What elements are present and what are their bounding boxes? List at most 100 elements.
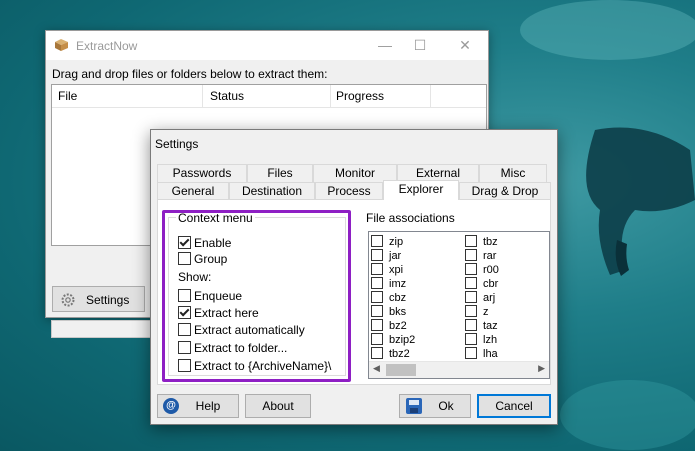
file-association-label: bks — [389, 306, 407, 318]
column-status[interactable]: Status — [210, 89, 244, 103]
title-bar[interactable]: ExtractNow — ☐ ✕ — [46, 31, 488, 60]
box-icon — [55, 39, 68, 51]
minimize-button[interactable]: — — [371, 36, 399, 54]
file-association-item[interactable]: imz — [371, 277, 406, 290]
swimmer-image — [586, 127, 695, 276]
file-association-label: cbz — [389, 292, 407, 304]
file-association-label: taz — [483, 320, 498, 332]
file-association-label: z — [483, 306, 489, 318]
file-association-checkbox[interactable] — [371, 235, 383, 247]
maximize-button[interactable]: ☐ — [406, 36, 434, 54]
file-association-label: tbz2 — [389, 348, 410, 360]
file-association-item[interactable]: cbz — [371, 291, 406, 304]
file-association-item[interactable]: z — [465, 305, 489, 318]
help-label: Help — [195, 399, 221, 413]
file-association-checkbox[interactable] — [465, 333, 477, 345]
file-association-checkbox[interactable] — [465, 249, 477, 261]
file-association-item[interactable]: bz2 — [371, 319, 407, 332]
file-association-label: jar — [389, 250, 402, 262]
column-file[interactable]: File — [58, 89, 77, 103]
dialog-title: Settings — [155, 137, 199, 151]
file-association-checkbox[interactable] — [465, 291, 477, 303]
file-association-checkbox[interactable] — [371, 291, 383, 303]
gear-icon — [61, 293, 75, 307]
help-button[interactable]: @ Help — [157, 394, 239, 418]
file-association-item[interactable]: tbz2 — [371, 347, 410, 360]
column-progress[interactable]: Progress — [336, 89, 384, 103]
file-association-item[interactable]: xpi — [371, 263, 403, 276]
close-button[interactable]: ✕ — [451, 36, 479, 54]
file-association-label: bz2 — [389, 320, 407, 332]
tab-destination[interactable]: Destination — [229, 182, 315, 200]
file-association-item[interactable]: zip — [371, 235, 403, 248]
water-highlight — [520, 0, 695, 60]
file-association-label: imz — [389, 278, 407, 290]
file-association-checkbox[interactable] — [371, 263, 383, 275]
about-button[interactable]: About — [245, 394, 311, 418]
highlight-annotation — [162, 210, 351, 382]
file-association-item[interactable]: lzh — [465, 333, 497, 346]
tab-explorer[interactable]: Explorer — [383, 180, 459, 200]
drag-hint: Drag and drop files or folders below to … — [52, 67, 328, 81]
file-association-checkbox[interactable] — [465, 277, 477, 289]
file-association-item[interactable]: arj — [465, 291, 495, 304]
file-association-label: bzip2 — [389, 334, 416, 346]
file-association-checkbox[interactable] — [465, 263, 477, 275]
file-association-checkbox[interactable] — [465, 347, 477, 359]
file-association-checkbox[interactable] — [465, 235, 477, 247]
file-association-label: cbr — [483, 278, 499, 290]
file-association-item[interactable]: r00 — [465, 263, 499, 276]
column-divider[interactable] — [430, 85, 431, 107]
cancel-button[interactable]: Cancel — [477, 394, 551, 418]
file-association-checkbox[interactable] — [371, 305, 383, 317]
file-association-item[interactable]: bzip2 — [371, 333, 415, 346]
file-association-checkbox[interactable] — [371, 347, 383, 359]
ok-button[interactable]: Ok — [399, 394, 471, 418]
file-association-item[interactable]: lha — [465, 347, 498, 360]
file-associations-caption: File associations — [366, 211, 455, 225]
file-association-item[interactable]: jar — [371, 249, 401, 262]
file-association-label: arj — [483, 292, 496, 304]
file-association-item[interactable]: taz — [465, 319, 498, 332]
file-association-label: tbz — [483, 236, 498, 248]
tab-general[interactable]: General — [157, 182, 229, 200]
file-association-label: zip — [389, 236, 404, 248]
file-association-checkbox[interactable] — [371, 277, 383, 289]
settings-dialog: Settings Passwords Files Monitor Externa… — [150, 129, 558, 425]
window-title: ExtractNow — [76, 39, 138, 53]
scroll-right-icon[interactable]: ▶ — [538, 363, 545, 374]
horizontal-scrollbar[interactable]: ◀ ▶ — [369, 361, 549, 378]
file-association-checkbox[interactable] — [371, 319, 383, 331]
file-association-label: rar — [483, 250, 497, 262]
column-divider[interactable] — [330, 85, 331, 107]
file-association-label: lha — [483, 348, 498, 360]
tab-process[interactable]: Process — [315, 182, 383, 200]
column-divider[interactable] — [202, 85, 203, 107]
file-association-checkbox[interactable] — [371, 249, 383, 261]
file-association-checkbox[interactable] — [465, 319, 477, 331]
file-association-item[interactable]: rar — [465, 249, 496, 262]
file-associations-list[interactable]: ◀ ▶ zip jar xpi imz cbz bks bz2 bzip2 tbz2 tbz rar… — [368, 231, 550, 379]
file-association-label: xpi — [389, 264, 404, 276]
tab-drag-drop[interactable]: Drag & Drop — [459, 182, 551, 200]
file-association-item[interactable]: bks — [371, 305, 406, 318]
file-association-label: r00 — [483, 264, 499, 276]
context-menu-group: Context menu Enable Group Show: Enqueue … — [162, 210, 351, 382]
list-header: File Status Progress — [52, 85, 486, 108]
settings-button[interactable]: Settings — [52, 286, 145, 312]
file-association-item[interactable]: cbr — [465, 277, 498, 290]
settings-button-label: Settings — [86, 293, 130, 307]
save-icon — [406, 398, 422, 414]
tab-misc[interactable]: Misc — [479, 164, 547, 182]
tab-passwords[interactable]: Passwords — [157, 164, 247, 182]
file-association-item[interactable]: tbz — [465, 235, 498, 248]
file-association-checkbox[interactable] — [465, 305, 477, 317]
scroll-left-icon[interactable]: ◀ — [373, 363, 380, 374]
help-icon: @ — [163, 398, 179, 414]
water-highlight — [560, 380, 695, 450]
file-association-checkbox[interactable] — [371, 333, 383, 345]
scrollbar-thumb[interactable] — [386, 364, 416, 376]
explorer-tab-panel: Context menu Enable Group Show: Enqueue … — [157, 199, 551, 385]
status-bar — [51, 320, 151, 338]
tab-files[interactable]: Files — [247, 164, 313, 182]
